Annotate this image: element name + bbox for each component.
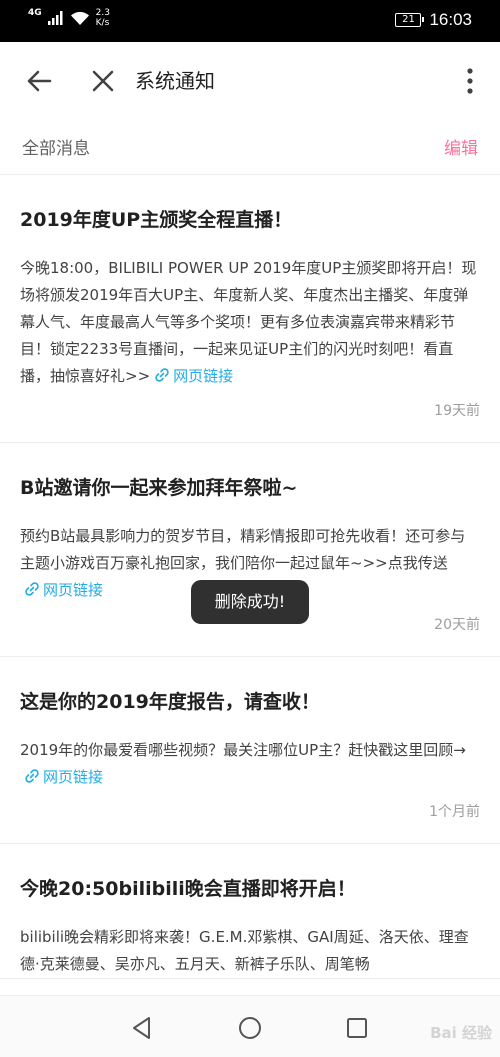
message-title: 2019年度UP主颁奖全程直播！ (20, 209, 293, 231)
message-title: 这是你的2019年度报告，请查收！ (20, 691, 320, 713)
message-text: 2019年的你最爱看哪些视频？最关注哪位UP主？赶快戳这里回顾→ (20, 741, 466, 759)
message-body: 2019年的你最爱看哪些视频？最关注哪位UP主？赶快戳这里回顾→ 网页链接 (20, 737, 480, 791)
arrow-left-icon (27, 70, 52, 92)
web-link[interactable]: 网页链接 (20, 581, 103, 599)
message-card[interactable]: 2019年度UP主颁奖全程直播！ 今晚18:00，BILIBILI POWER … (0, 175, 500, 443)
message-time: 1个月前 (429, 804, 480, 820)
link-icon (25, 582, 39, 596)
message-title: 今晚20:50bilibili晚会直播即将开启！ (20, 878, 356, 900)
web-link-label: 网页链接 (43, 768, 104, 786)
status-left: 4G 2.3 K/s (28, 8, 110, 28)
status-time: 16:03 (429, 10, 472, 29)
message-text: bilibili晚会精彩即将来袭！G.E.M.邓紫棋、GAI周延、洛天依、理查德… (20, 928, 469, 973)
status-bar: 4G 2.3 K/s 21 16:03 (0, 0, 500, 42)
more-vertical-icon (467, 68, 473, 94)
square-recent-icon (347, 1018, 367, 1038)
message-text: 今晚18:00，BILIBILI POWER UP 2019年度UP主颁奖即将开… (20, 259, 477, 385)
more-options-button[interactable] (462, 66, 478, 96)
back-button[interactable] (22, 64, 56, 98)
link-icon (25, 769, 39, 783)
filter-all-messages[interactable]: 全部消息 (22, 134, 90, 159)
nav-home-button[interactable] (236, 1014, 264, 1042)
triangle-back-icon (133, 1017, 150, 1039)
web-link[interactable]: 网页链接 (20, 768, 103, 786)
message-body: 今晚18:00，BILIBILI POWER UP 2019年度UP主颁奖即将开… (20, 255, 480, 390)
message-card[interactable]: 今晚20:50bilibili晚会直播即将开启！ bilibili晚会精彩即将来… (0, 844, 500, 979)
network-type: 4G (28, 7, 42, 18)
web-link-label: 网页链接 (173, 367, 234, 385)
edit-button[interactable]: 编辑 (444, 134, 478, 159)
network-speed: 2.3 K/s (96, 8, 110, 28)
message-time: 19天前 (434, 403, 480, 419)
nav-recent-apps-button[interactable] (343, 1014, 371, 1042)
nav-back-button[interactable] (128, 1014, 156, 1042)
watermark: Bai 经验 (430, 1024, 492, 1042)
circle-home-icon (239, 1017, 261, 1039)
link-icon (155, 368, 169, 382)
toast-message: 删除成功! (191, 580, 309, 624)
web-link-label: 网页链接 (43, 581, 104, 599)
speed-value: 2.3 (95, 8, 110, 18)
filter-row: 全部消息 编辑 (0, 120, 500, 175)
page-title: 系统通知 (135, 69, 215, 93)
battery-icon: 21 (395, 13, 425, 27)
web-link[interactable]: 网页链接 (150, 367, 233, 385)
status-right: 21 16:03 (395, 10, 472, 30)
close-icon (92, 70, 114, 92)
battery-level: 21 (402, 14, 415, 25)
message-card[interactable]: B站邀请你一起来参加拜年祭啦~ 预约B站最具影响力的贺岁节目，精彩情报即可抢先收… (0, 443, 500, 657)
system-nav-bar (0, 995, 500, 1057)
signal-icon (47, 11, 63, 25)
message-text: 预约B站最具影响力的贺岁节目，精彩情报即可抢先收看！还可参与主题小游戏百万豪礼抱… (20, 527, 466, 572)
message-card[interactable]: 这是你的2019年度报告，请查收！ 2019年的你最爱看哪些视频？最关注哪位UP… (0, 657, 500, 844)
speed-unit: K/s (95, 18, 110, 28)
app-header: 系统通知 (0, 42, 500, 120)
message-title: B站邀请你一起来参加拜年祭啦~ (20, 477, 298, 499)
wifi-icon (70, 11, 89, 25)
message-body: bilibili晚会精彩即将来袭！G.E.M.邓紫棋、GAI周延、洛天依、理查德… (20, 924, 480, 978)
close-button[interactable] (86, 64, 120, 98)
